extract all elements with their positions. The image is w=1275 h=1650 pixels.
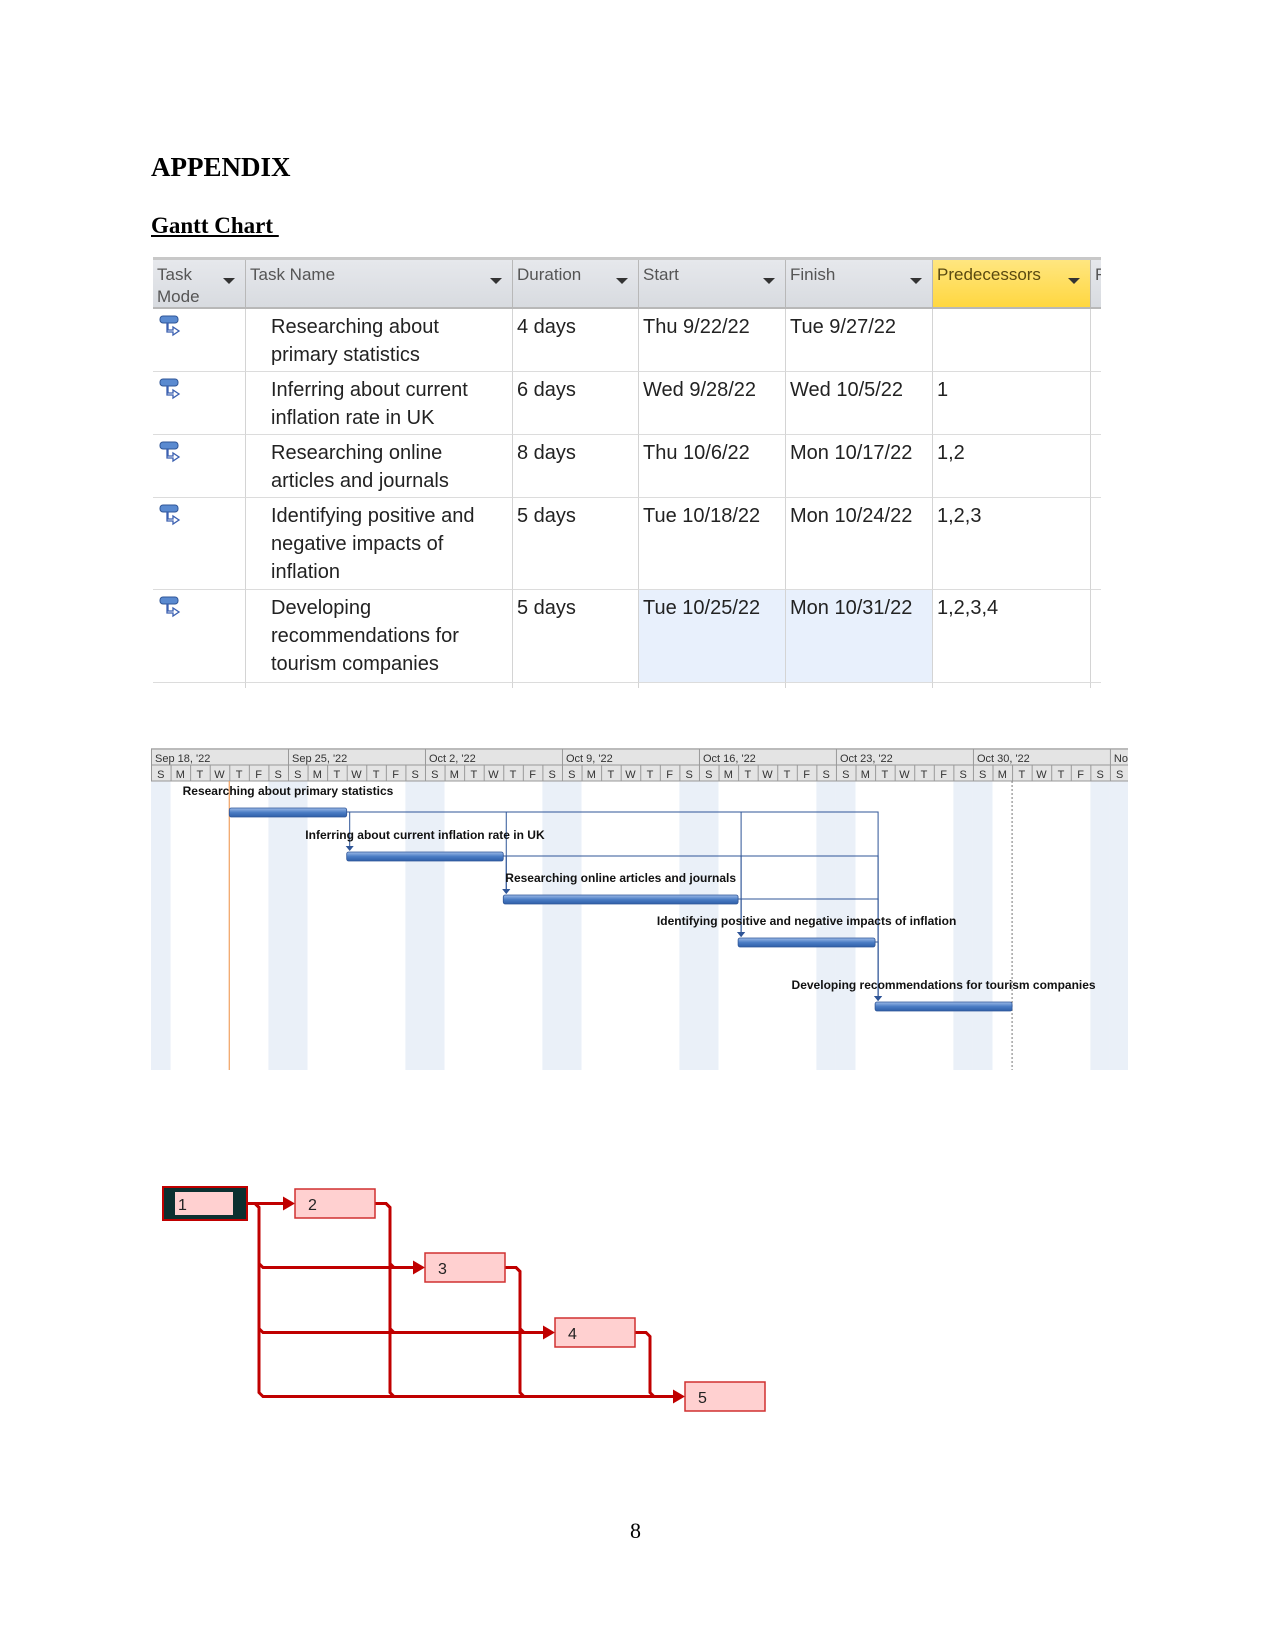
network-node-label: 1 bbox=[178, 1197, 187, 1214]
network-node-label: 2 bbox=[308, 1197, 317, 1214]
network-node-label: 4 bbox=[568, 1326, 577, 1343]
network-arrow-icon bbox=[283, 1196, 295, 1211]
network-node-1[interactable]: 1 bbox=[162, 1186, 248, 1221]
network-arrow-icon bbox=[543, 1325, 555, 1340]
document-page: APPENDIX Gantt Chart Task Mode Task Name D… bbox=[0, 0, 1275, 1650]
network-node-label: 5 bbox=[698, 1390, 707, 1407]
network-link bbox=[505, 1266, 547, 1334]
network-node-4[interactable]: 4 bbox=[554, 1317, 636, 1348]
network-node-5[interactable]: 5 bbox=[684, 1381, 766, 1412]
network-node-label: 3 bbox=[438, 1261, 447, 1278]
network-link bbox=[245, 1202, 677, 1398]
network-link bbox=[375, 1202, 677, 1398]
network-node-3[interactable]: 3 bbox=[424, 1252, 506, 1283]
page-number: 8 bbox=[630, 1518, 641, 1543]
network-arrow-icon bbox=[413, 1260, 425, 1275]
network-node-2[interactable]: 2 bbox=[294, 1188, 376, 1219]
network-link bbox=[635, 1331, 677, 1398]
network-link bbox=[375, 1202, 417, 1269]
network-arrow-icon bbox=[673, 1389, 685, 1404]
network-diagram: 1 2 3 4 5 bbox=[162, 1186, 766, 1412]
